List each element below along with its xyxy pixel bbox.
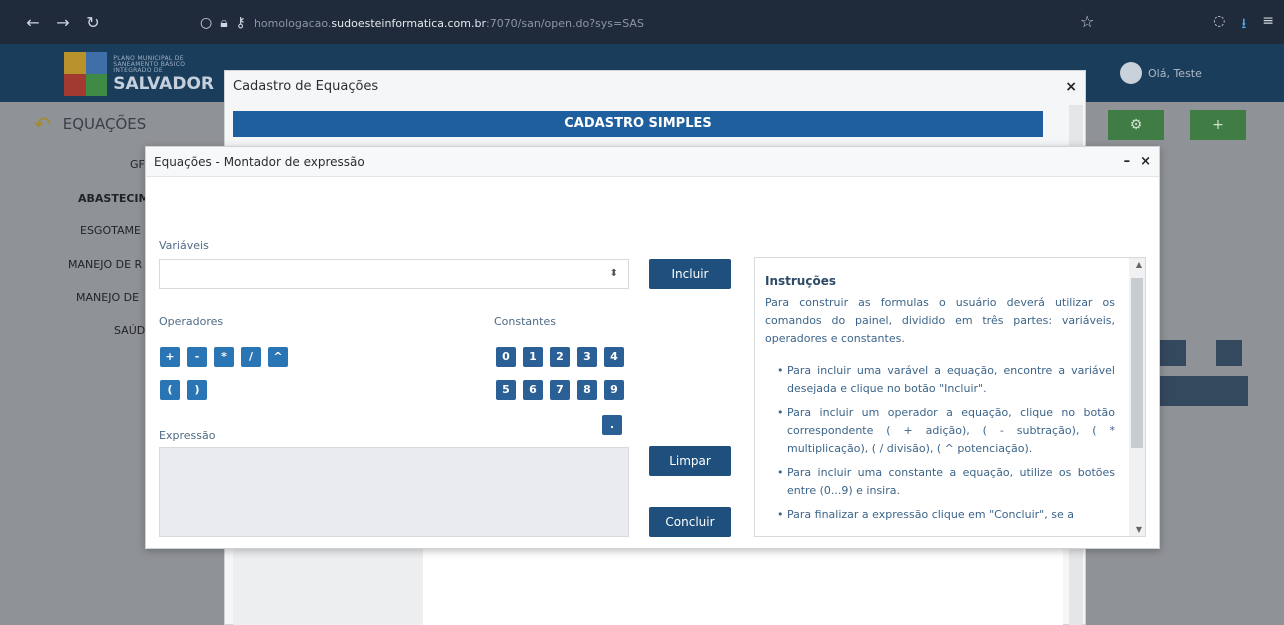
montador-header: Equações - Montador de expressão – × [146,147,1159,177]
constant-8-button[interactable]: 8 [577,380,597,400]
add-button[interactable]: + [1190,110,1246,140]
instructions-panel: Instruções Para construir as formulas o … [754,257,1146,537]
logo: PLANO MUNICIPAL DE SANEAMENTO BÁSICO INT… [64,52,214,96]
constant-4-button[interactable]: 4 [604,347,624,367]
back-icon[interactable]: ← [18,13,48,32]
scroll-up-icon[interactable]: ▲ [1136,260,1142,269]
select-arrows-icon: ⬍ [609,268,618,279]
logo-line3: INTEGRADO DE [113,66,163,74]
operator-minus-button[interactable]: - [187,347,207,367]
cadastro-title: Cadastro de Equações [233,79,379,94]
scroll-down-icon[interactable]: ▼ [1136,525,1142,534]
cadastro-banner: CADASTRO SIMPLES [233,111,1043,137]
cadastro-lower-panel [233,549,423,625]
constant-3-button[interactable]: 3 [577,347,597,367]
constant-2-button[interactable]: 2 [550,347,570,367]
user-menu[interactable]: Olá, Teste [1120,62,1202,84]
pocket-icon[interactable]: ◌ [1213,13,1225,37]
instruction-item: Para finalizar a expressão clique em "Co… [777,506,1115,524]
back-arrow-icon[interactable]: ↶ [34,112,51,136]
scrollbar-thumb[interactable] [1131,278,1143,448]
montador-title: Equações - Montador de expressão [154,155,365,169]
concluir-button[interactable]: Concluir [649,507,731,537]
spreadsheet-icon[interactable] [1216,340,1242,366]
menu-icon[interactable]: ≡ [1262,13,1274,37]
pdf-icon[interactable] [1160,340,1186,366]
expressao-field[interactable] [159,447,629,537]
constant-6-button[interactable]: 6 [523,380,543,400]
constant-9-button[interactable]: 9 [604,380,624,400]
forward-icon[interactable]: → [48,13,78,32]
table-header [1160,376,1248,406]
lock-icon: 🔒︎ [220,15,228,31]
download-icon[interactable]: ⭳ [1241,13,1246,37]
url-suffix: :7070/san/open.do?sys=SAS [485,16,644,30]
variaveis-select[interactable]: ⬍ [159,259,629,289]
operator-power-button[interactable]: ^ [268,347,288,367]
user-greeting: Olá, Teste [1148,66,1202,80]
instructions-title: Instruções [765,274,836,288]
side-item-4[interactable]: MANEJO DE R [68,258,142,271]
page-title: ↶ EQUAÇÕES [34,112,146,136]
constant-7-button[interactable]: 7 [550,380,570,400]
side-item-3[interactable]: ESGOTAME [80,224,141,237]
close-icon[interactable]: × [1140,154,1151,169]
expressao-label: Expressão [159,429,216,442]
url-prefix: homologacao. [253,16,332,30]
operator-plus-button[interactable]: + [160,347,180,367]
settings-button[interactable]: ⚙ [1108,110,1164,140]
operadores-label: Operadores [159,315,224,328]
shield-icon: ○ [200,15,213,31]
operator-divide-button[interactable]: / [241,347,261,367]
address-bar[interactable]: ○ 🔒︎ ⚷ homologacao. sudoesteinformatica.c… [200,10,1110,36]
reload-icon[interactable]: ↻ [78,13,108,32]
close-icon[interactable]: × [1065,79,1077,95]
constant-0-button[interactable]: 0 [496,347,516,367]
page-title-text: EQUAÇÕES [62,115,147,133]
instruction-item: Para incluir um operador a equação, cliq… [777,404,1115,458]
decimal-point-button[interactable]: . [602,415,622,435]
side-item-5[interactable]: MANEJO DE [76,291,139,304]
avatar [1120,62,1142,84]
url-domain: sudoesteinformatica.com.br [331,16,486,30]
instruction-item: Para incluir uma varável a equação, enco… [777,362,1115,398]
cadastro-content-panel [423,549,1063,625]
side-item-1[interactable]: GF [130,158,145,171]
limpar-button[interactable]: Limpar [649,446,731,476]
minimize-icon[interactable]: – [1124,154,1131,169]
side-item-2[interactable]: ABASTECIM [78,192,149,205]
constant-5-button[interactable]: 5 [496,380,516,400]
side-item-6[interactable]: SAÚD [114,324,145,337]
logo-mark-icon [64,52,108,96]
constantes-label: Constantes [494,315,556,328]
instruction-item: Para incluir uma constante a equação, ut… [777,464,1115,500]
key-icon: ⚷ [235,15,246,31]
instructions-intro: Para construir as formulas o usuário dev… [765,296,1115,345]
bookmark-star-icon[interactable]: ☆ [1080,12,1094,31]
logo-name: SALVADOR [113,73,214,94]
constant-1-button[interactable]: 1 [523,347,543,367]
instructions-scrollbar[interactable]: ▲ ▼ [1129,258,1145,536]
open-paren-button[interactable]: ( [160,380,180,400]
operator-multiply-button[interactable]: * [214,347,234,367]
incluir-button[interactable]: Incluir [649,259,731,289]
variaveis-label: Variáveis [159,239,209,252]
montador-dialog: Equações - Montador de expressão – × Var… [145,146,1160,549]
browser-actions: ◌ ⭳ ≡ [1213,13,1274,37]
close-paren-button[interactable]: ) [187,380,207,400]
